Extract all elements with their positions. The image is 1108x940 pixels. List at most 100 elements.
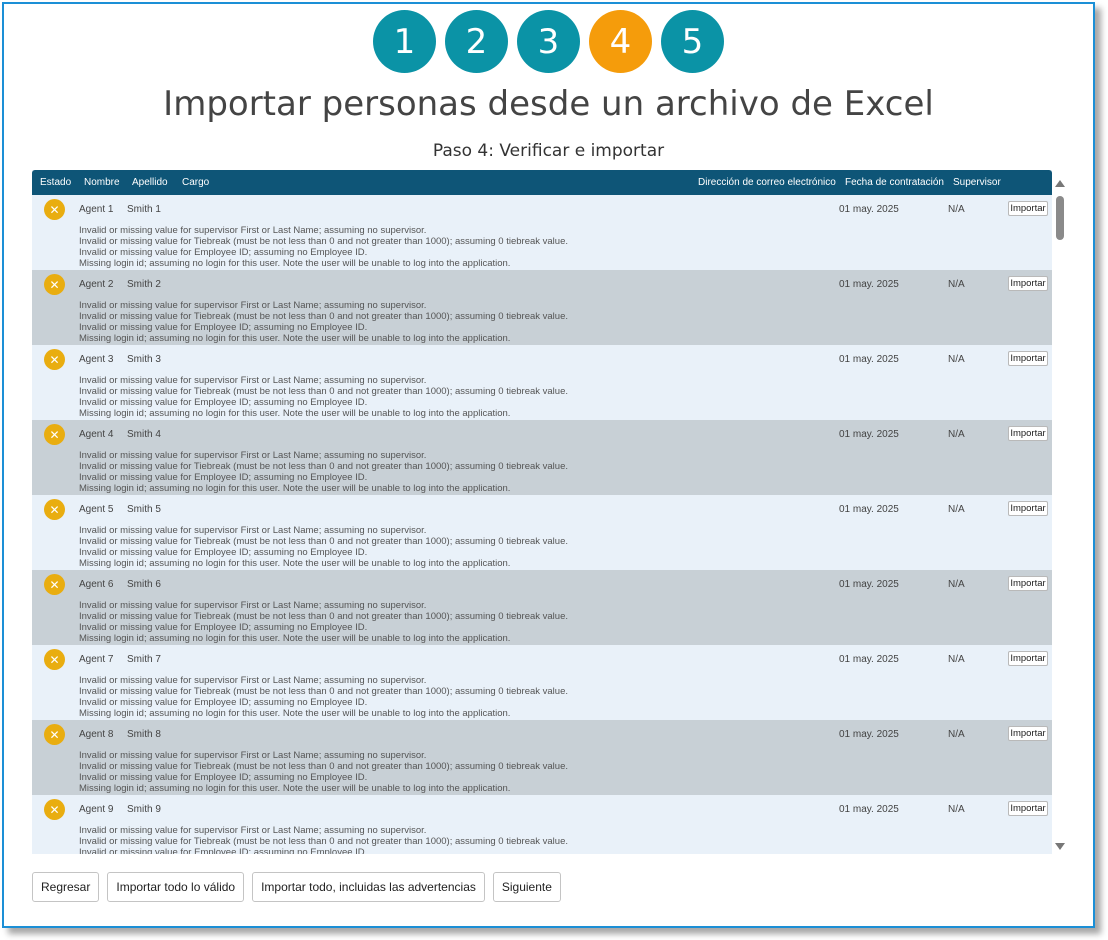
validation-message: Invalid or missing value for Tiebreak (m…	[79, 836, 568, 847]
row-import-button[interactable]: Importar	[1008, 501, 1048, 516]
cell-hire-date: 01 may. 2025	[839, 804, 899, 815]
validation-message: Invalid or missing value for Tiebreak (m…	[79, 236, 568, 247]
table-row: ✕ Agent 4 Smith 4 01 may. 2025 N/A Invalid or…	[32, 420, 1052, 495]
validation-message: Missing login id; assuming no login for …	[79, 483, 511, 494]
cell-last-name: Smith 5	[127, 504, 161, 515]
table-scrollbar[interactable]	[1054, 176, 1066, 852]
verify-table: Estado Nombre Apellido Cargo Dirección d…	[32, 170, 1052, 854]
table-row: ✕ Agent 1 Smith 1 01 may. 2025 N/A Invalid or…	[32, 195, 1052, 270]
validation-message: Invalid or missing value for Employee ID…	[79, 772, 368, 783]
row-import-button[interactable]: Importar	[1008, 351, 1048, 366]
step-5[interactable]: 5	[661, 10, 724, 73]
back-button[interactable]: Regresar	[32, 872, 100, 902]
error-x-icon: ✕	[44, 349, 65, 370]
cell-first-name: Agent 6	[79, 579, 114, 590]
cell-supervisor: N/A	[948, 654, 965, 665]
validation-message: Invalid or missing value for Employee ID…	[79, 622, 368, 633]
cell-last-name: Smith 6	[127, 579, 161, 590]
validation-message: Invalid or missing value for Tiebreak (m…	[79, 761, 568, 772]
validation-messages: Invalid or missing value for supervisor …	[79, 600, 568, 644]
cell-supervisor: N/A	[948, 804, 965, 815]
scroll-thumb[interactable]	[1056, 196, 1064, 240]
cell-first-name: Agent 4	[79, 429, 114, 440]
table-row: ✕ Agent 3 Smith 3 01 may. 2025 N/A Invalid or…	[32, 345, 1052, 420]
table-row: ✕ Agent 8 Smith 8 01 may. 2025 N/A Invalid or…	[32, 720, 1052, 795]
error-x-icon: ✕	[44, 649, 65, 670]
cell-supervisor: N/A	[948, 279, 965, 290]
cell-last-name: Smith 4	[127, 429, 161, 440]
cell-supervisor: N/A	[948, 354, 965, 365]
error-x-icon: ✕	[44, 799, 65, 820]
validation-message: Invalid or missing value for supervisor …	[79, 450, 427, 461]
cell-hire-date: 01 may. 2025	[839, 654, 899, 665]
row-import-button[interactable]: Importar	[1008, 426, 1048, 441]
validation-messages: Invalid or missing value for supervisor …	[79, 450, 568, 494]
table-row: ✕ Agent 7 Smith 7 01 may. 2025 N/A Invalid or…	[32, 645, 1052, 720]
cell-first-name: Agent 9	[79, 804, 114, 815]
validation-message: Invalid or missing value for supervisor …	[79, 675, 427, 686]
cell-hire-date: 01 may. 2025	[839, 279, 899, 290]
step-4-active[interactable]: 4	[589, 10, 652, 73]
validation-message: Missing login id; assuming no login for …	[79, 408, 511, 419]
table-header: Estado Nombre Apellido Cargo Dirección d…	[32, 170, 1052, 195]
col-position: Cargo	[182, 177, 210, 188]
step-indicator: 1 2 3 4 5	[4, 10, 1093, 73]
validation-message: Missing login id; assuming no login for …	[79, 708, 511, 719]
col-email: Dirección de correo electrónico	[698, 177, 836, 188]
validation-messages: Invalid or missing value for supervisor …	[79, 525, 568, 569]
row-import-button[interactable]: Importar	[1008, 801, 1048, 816]
table-body: ✕ Agent 1 Smith 1 01 may. 2025 N/A Invalid or…	[32, 195, 1052, 854]
next-button[interactable]: Siguiente	[492, 872, 561, 902]
col-hire-date: Fecha de contratación	[845, 177, 944, 188]
import-all-button[interactable]: Importar todo, incluidas las advertencia…	[252, 872, 485, 902]
scroll-down-arrow-icon[interactable]	[1055, 843, 1065, 850]
cell-supervisor: N/A	[948, 579, 965, 590]
cell-hire-date: 01 may. 2025	[839, 204, 899, 215]
table-row: ✕ Agent 6 Smith 6 01 may. 2025 N/A Invalid or…	[32, 570, 1052, 645]
validation-message: Invalid or missing value for Employee ID…	[79, 697, 368, 708]
cell-first-name: Agent 2	[79, 279, 114, 290]
validation-message: Invalid or missing value for supervisor …	[79, 825, 427, 836]
validation-message: Invalid or missing value for Employee ID…	[79, 322, 368, 333]
row-import-button[interactable]: Importar	[1008, 576, 1048, 591]
step-3[interactable]: 3	[517, 10, 580, 73]
scroll-up-arrow-icon[interactable]	[1055, 180, 1065, 187]
error-x-icon: ✕	[44, 499, 65, 520]
validation-message: Invalid or missing value for Tiebreak (m…	[79, 386, 568, 397]
row-import-button[interactable]: Importar	[1008, 726, 1048, 741]
col-first-name: Nombre	[84, 177, 120, 188]
error-x-icon: ✕	[44, 199, 65, 220]
validation-messages: Invalid or missing value for supervisor …	[79, 675, 568, 719]
validation-message: Invalid or missing value for Employee ID…	[79, 547, 368, 558]
row-import-button[interactable]: Importar	[1008, 651, 1048, 666]
validation-message: Missing login id; assuming no login for …	[79, 633, 511, 644]
validation-messages: Invalid or missing value for supervisor …	[79, 825, 568, 854]
validation-messages: Invalid or missing value for supervisor …	[79, 225, 568, 269]
validation-messages: Invalid or missing value for supervisor …	[79, 300, 568, 344]
validation-message: Invalid or missing value for Tiebreak (m…	[79, 461, 568, 472]
import-valid-button[interactable]: Importar todo lo válido	[107, 872, 245, 902]
validation-messages: Invalid or missing value for supervisor …	[79, 750, 568, 794]
cell-hire-date: 01 may. 2025	[839, 354, 899, 365]
cell-first-name: Agent 3	[79, 354, 114, 365]
cell-first-name: Agent 1	[79, 204, 114, 215]
cell-first-name: Agent 8	[79, 729, 114, 740]
cell-hire-date: 01 may. 2025	[839, 429, 899, 440]
validation-message: Missing login id; assuming no login for …	[79, 333, 511, 344]
cell-hire-date: 01 may. 2025	[839, 579, 899, 590]
step-1[interactable]: 1	[373, 10, 436, 73]
validation-message: Invalid or missing value for supervisor …	[79, 300, 427, 311]
cell-first-name: Agent 7	[79, 654, 114, 665]
step-2[interactable]: 2	[445, 10, 508, 73]
col-supervisor: Supervisor	[953, 177, 1001, 188]
row-import-button[interactable]: Importar	[1008, 276, 1048, 291]
step-subtitle: Paso 4: Verificar e importar	[432, 141, 665, 161]
col-last-name: Apellido	[132, 177, 168, 188]
error-x-icon: ✕	[44, 574, 65, 595]
cell-last-name: Smith 9	[127, 804, 161, 815]
table-row: ✕ Agent 5 Smith 5 01 may. 2025 N/A Invalid or…	[32, 495, 1052, 570]
cell-hire-date: 01 may. 2025	[839, 504, 899, 515]
cell-last-name: Smith 8	[127, 729, 161, 740]
validation-message: Invalid or missing value for Employee ID…	[79, 397, 368, 408]
row-import-button[interactable]: Importar	[1008, 201, 1048, 216]
